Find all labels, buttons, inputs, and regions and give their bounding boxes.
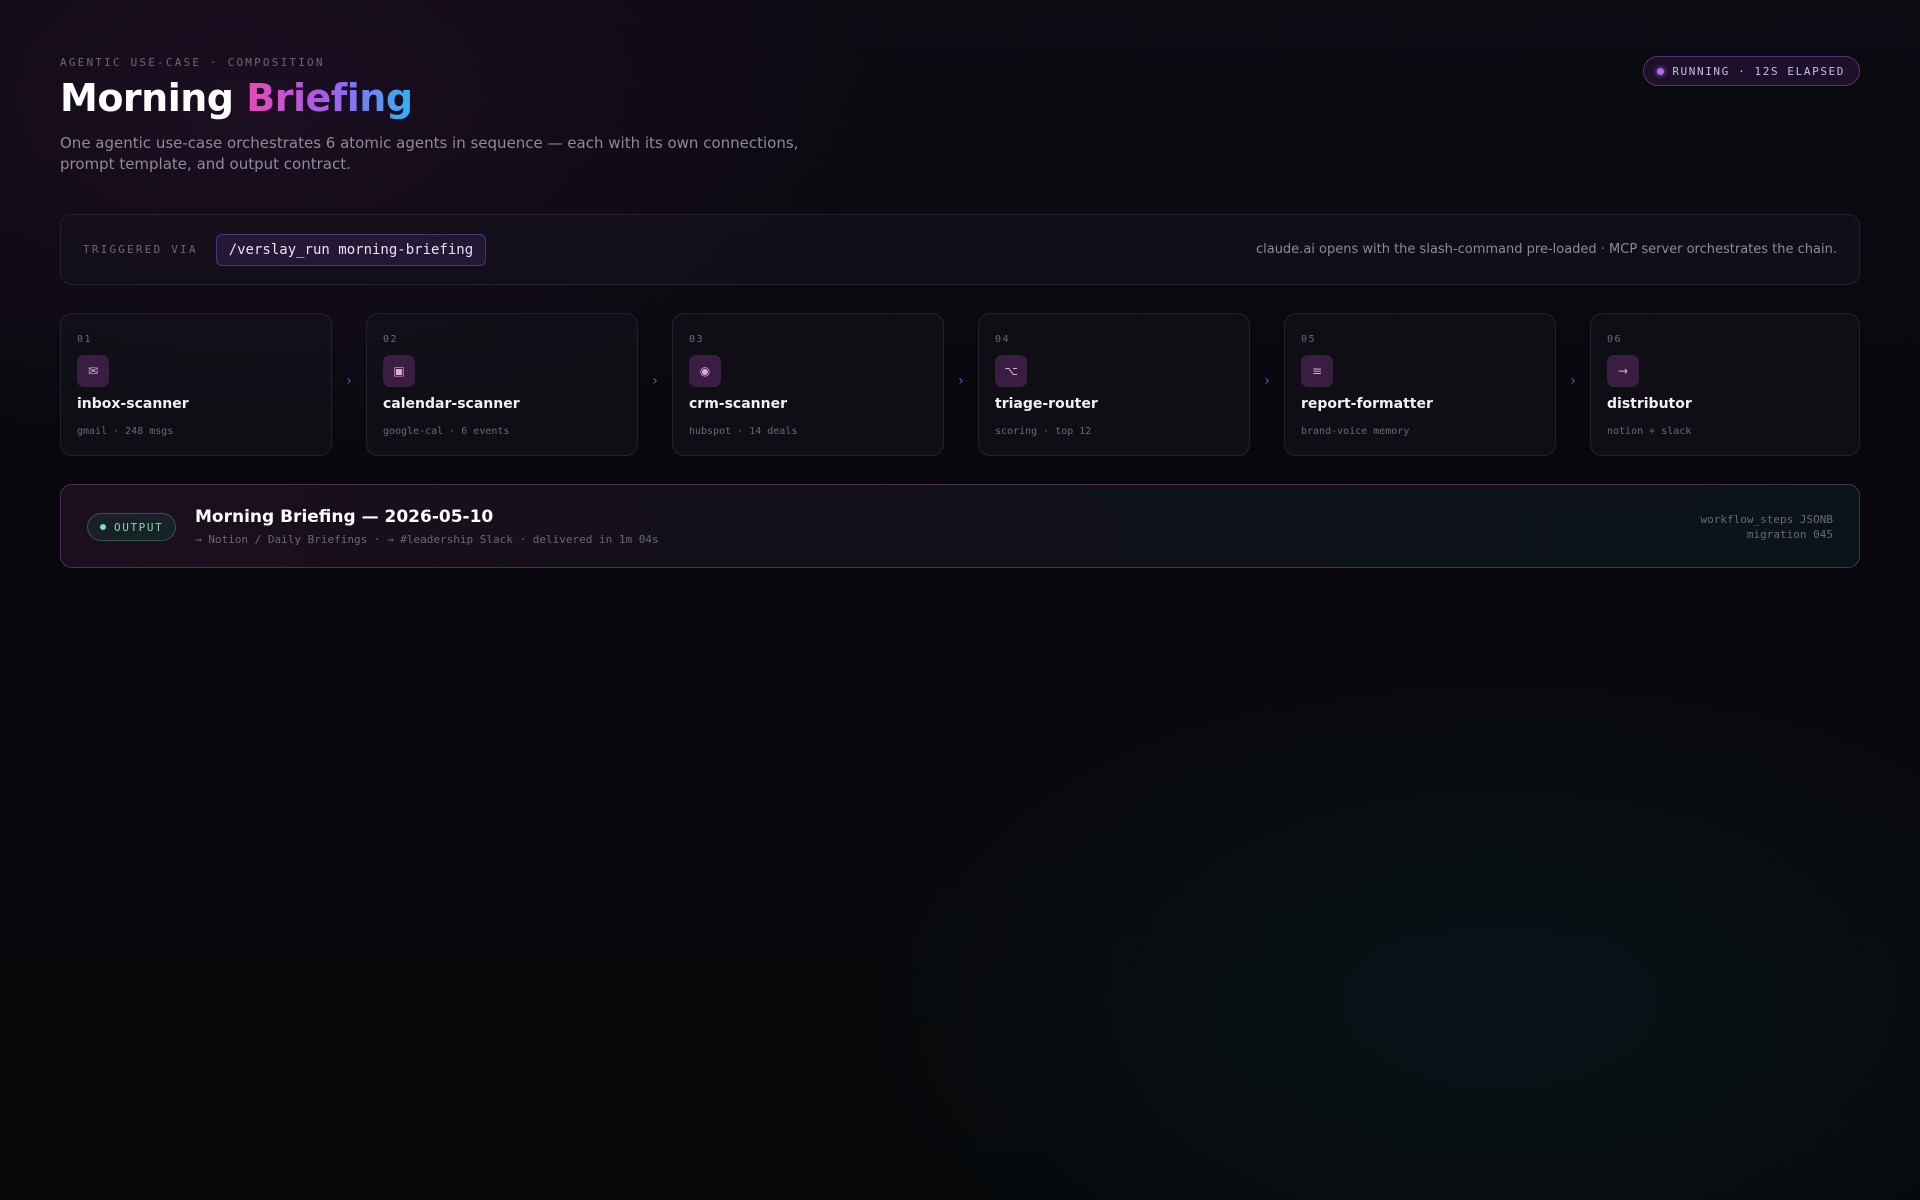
- chevron-right-icon: ›: [1570, 373, 1576, 389]
- output-meta: workflow_steps JSONB migration 045: [1701, 512, 1833, 542]
- calendar-icon: ▣: [383, 355, 415, 387]
- step-number: 03: [689, 334, 705, 345]
- agent-pipeline: 01 ✉ inbox-scanner gmail · 248 msgs › 02…: [60, 313, 1860, 456]
- step-card-inbox-scanner[interactable]: 01 ✉ inbox-scanner gmail · 248 msgs: [60, 313, 332, 456]
- step-number: 01: [77, 334, 93, 345]
- step-meta: brand-voice memory: [1301, 426, 1410, 437]
- output-meta-storage: workflow_steps JSONB: [1700, 513, 1833, 526]
- trigger-note: claude.ai opens with the slash-command p…: [1255, 242, 1837, 257]
- step-name: triage-router: [995, 396, 1098, 412]
- output-title: Morning Briefing — 2026-05-10: [195, 507, 494, 527]
- chevron-right-icon: ›: [958, 373, 964, 389]
- page-title: Morning Briefing: [60, 76, 413, 120]
- step-card-calendar-scanner[interactable]: 02 ▣ calendar-scanner google-cal · 6 eve…: [366, 313, 638, 456]
- chevron-right-icon: ›: [1264, 373, 1270, 389]
- step-name: inbox-scanner: [77, 396, 189, 412]
- trigger-label: TRIGGERED VIA: [83, 243, 198, 256]
- running-indicator-icon: [1657, 67, 1665, 75]
- target-icon: ◉: [689, 355, 721, 387]
- step-name: distributor: [1607, 396, 1692, 412]
- output-dot-icon: [100, 524, 106, 530]
- page-title-accent: Briefing: [246, 76, 413, 120]
- page-eyebrow: AGENTIC USE-CASE · COMPOSITION: [60, 56, 325, 69]
- step-card-report-formatter[interactable]: 05 ≡ report-formatter brand-voice memory: [1284, 313, 1556, 456]
- step-meta: hubspot · 14 deals: [689, 426, 798, 437]
- step-number: 05: [1301, 334, 1317, 345]
- step-name: report-formatter: [1301, 396, 1433, 412]
- step-name: calendar-scanner: [383, 396, 520, 412]
- chevron-right-icon: ›: [652, 373, 658, 389]
- arrow-right-icon: →: [1607, 355, 1639, 387]
- status-badge: RUNNING · 12S ELAPSED: [1643, 56, 1860, 86]
- step-meta: scoring · top 12: [995, 426, 1092, 437]
- step-name: crm-scanner: [689, 396, 788, 412]
- step-number: 06: [1607, 334, 1623, 345]
- output-destinations: → Notion / Daily Briefings · → #leadersh…: [195, 533, 659, 546]
- trigger-bar: TRIGGERED VIA /verslay_run morning-brief…: [60, 214, 1860, 285]
- step-card-distributor[interactable]: 06 → distributor notion + slack: [1590, 313, 1860, 456]
- mail-icon: ✉: [77, 355, 109, 387]
- output-panel[interactable]: OUTPUT Morning Briefing — 2026-05-10 → N…: [60, 484, 1860, 568]
- page-title-main: Morning: [60, 76, 234, 120]
- trigger-command[interactable]: /verslay_run morning-briefing: [215, 233, 487, 266]
- branch-icon: ⌥: [995, 355, 1027, 387]
- output-meta-migration: migration 045: [1746, 528, 1833, 541]
- output-badge: OUTPUT: [87, 513, 177, 541]
- output-badge-label: OUTPUT: [114, 520, 164, 534]
- step-number: 02: [383, 334, 399, 345]
- lines-icon: ≡: [1301, 355, 1333, 387]
- page-subtitle: One agentic use-case orchestrates 6 atom…: [60, 134, 799, 173]
- status-label: RUNNING · 12S ELAPSED: [1672, 64, 1845, 78]
- step-card-triage-router[interactable]: 04 ⌥ triage-router scoring · top 12: [978, 313, 1250, 456]
- chevron-right-icon: ›: [346, 373, 352, 389]
- step-meta: google-cal · 6 events: [383, 426, 510, 437]
- step-card-crm-scanner[interactable]: 03 ◉ crm-scanner hubspot · 14 deals: [672, 313, 944, 456]
- step-number: 04: [995, 334, 1011, 345]
- step-meta: notion + slack: [1607, 426, 1692, 437]
- step-meta: gmail · 248 msgs: [77, 426, 174, 437]
